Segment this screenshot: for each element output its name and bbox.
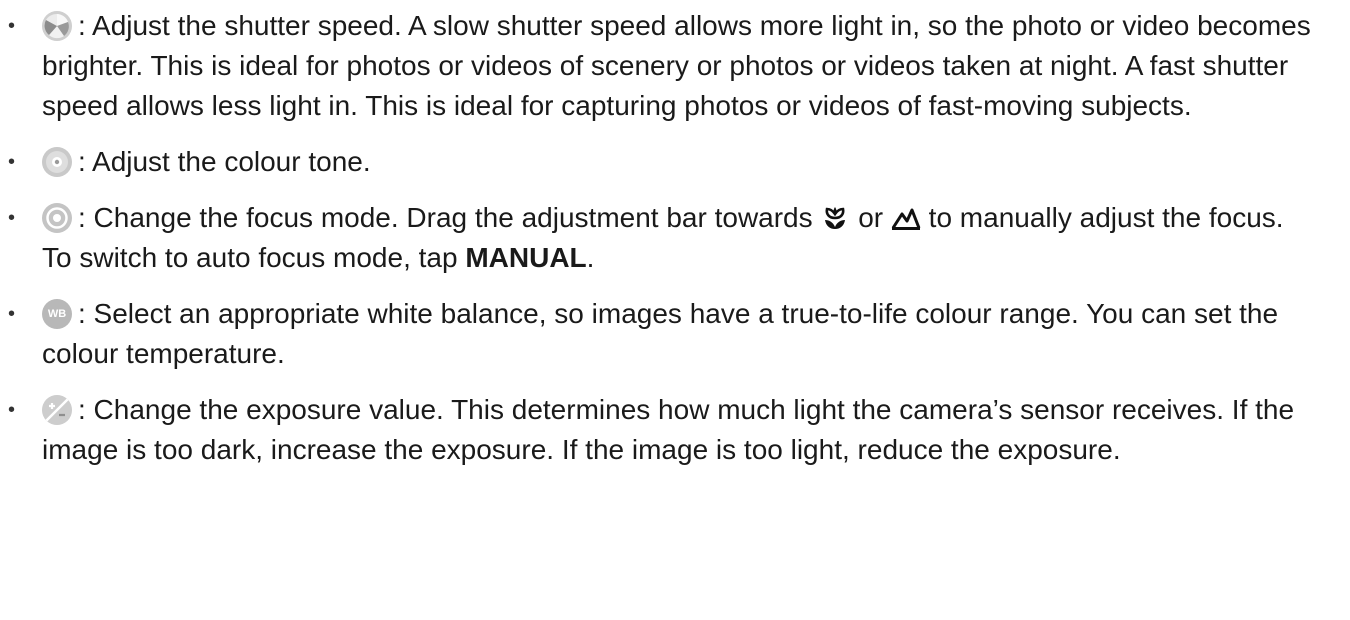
exposure-icon [42, 395, 72, 425]
white-balance-icon: WB [42, 299, 72, 329]
colour-tone-icon [42, 147, 72, 177]
item-text-end: . [586, 242, 595, 273]
item-text-or: or [858, 202, 884, 233]
bullet: • [8, 399, 16, 421]
white-balance-icon-label: WB [47, 308, 67, 320]
item-text: : Select an appropriate white balance, s… [42, 298, 1279, 369]
item-text: : Adjust the shutter speed. A slow shutt… [42, 10, 1311, 121]
macro-flower-icon [820, 202, 850, 229]
item-text: : Adjust the colour tone. [78, 146, 371, 177]
list-item-colour-tone: • : Adjust the colour tone. [0, 142, 1350, 182]
list-item-focus-mode: • : Change the focus mode. Drag the adju… [0, 198, 1350, 278]
bullet: • [8, 207, 16, 229]
bullet: • [8, 15, 16, 37]
bullet: • [8, 303, 16, 325]
landscape-mountain-icon [891, 202, 921, 230]
focus-mode-icon [42, 203, 72, 233]
list-item-shutter-speed: • : Adjust the shutter speed. A slow shu… [0, 6, 1350, 126]
item-text-a: : Change the focus mode. Drag the adjust… [78, 202, 813, 233]
list-item-exposure: • : Change the exposure value. This dete… [0, 390, 1350, 470]
camera-settings-list: • : Adjust the shutter speed. A slow shu… [0, 0, 1350, 486]
bullet: • [8, 151, 16, 173]
manual-label: MANUAL [465, 242, 587, 273]
list-item-white-balance: • WB : Select an appropriate white balan… [0, 294, 1350, 374]
shutter-speed-icon [42, 11, 72, 41]
item-text: : Change the exposure value. This determ… [42, 394, 1295, 465]
